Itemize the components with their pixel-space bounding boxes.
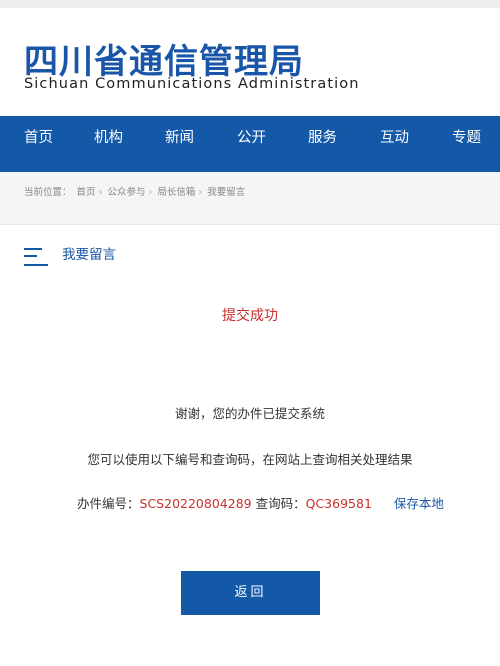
breadcrumb-separator: ›	[198, 187, 203, 198]
breadcrumb-item-message[interactable]: 我要留言	[207, 187, 245, 198]
back-button[interactable]: 返回	[181, 571, 320, 615]
breadcrumb-prefix: 当前位置：	[24, 187, 72, 198]
breadcrumb: 当前位置： 首页 › 公众参与 › 局长信箱 › 我要留言	[24, 184, 245, 198]
site-header: 四川省通信管理局 Sichuan Communications Administ…	[0, 8, 500, 116]
thanks-message: 谢谢，您的办件已提交系统	[174, 406, 325, 421]
menu-lines-icon	[24, 246, 48, 268]
case-code-line: 办件编号：SCS20220804289 查询码：QC369581 保存本地	[77, 493, 444, 512]
panel-title: 我要留言	[62, 247, 116, 263]
breadcrumb-separator: ›	[98, 187, 103, 198]
nav-item-interaction[interactable]: 互动	[380, 116, 409, 172]
section-divider	[0, 224, 500, 225]
breadcrumb-item-home[interactable]: 首页	[77, 187, 96, 198]
nav-item-organization[interactable]: 机构	[94, 116, 123, 172]
nav-item-topics[interactable]: 专题	[452, 116, 481, 172]
case-number-value: SCS20220804289	[139, 496, 252, 511]
nav-item-home[interactable]: 首页	[24, 116, 53, 172]
breadcrumb-item-public[interactable]: 公众参与	[107, 187, 145, 198]
save-local-link[interactable]: 保存本地	[394, 496, 444, 511]
top-strip	[0, 0, 500, 8]
submit-success-message: 提交成功	[222, 308, 278, 324]
main-nav: 首页 机构 新闻 公开 服务 互动 专题	[0, 116, 500, 172]
nav-item-disclosure[interactable]: 公开	[237, 116, 266, 172]
breadcrumb-bar: 当前位置： 首页 › 公众参与 › 局长信箱 › 我要留言	[0, 172, 500, 224]
nav-item-news[interactable]: 新闻	[165, 116, 194, 172]
case-number-label: 办件编号：	[77, 496, 140, 511]
query-code-label: 查询码：	[255, 496, 306, 511]
nav-item-services[interactable]: 服务	[308, 116, 337, 172]
query-code-value: QC369581	[305, 496, 372, 511]
breadcrumb-separator: ›	[148, 187, 153, 198]
site-logo-subtitle: Sichuan Communications Administration	[24, 76, 360, 92]
breadcrumb-item-mailbox[interactable]: 局长信箱	[157, 187, 195, 198]
query-hint: 您可以使用以下编号和查询码，在网站上查询相关处理结果	[87, 452, 413, 467]
